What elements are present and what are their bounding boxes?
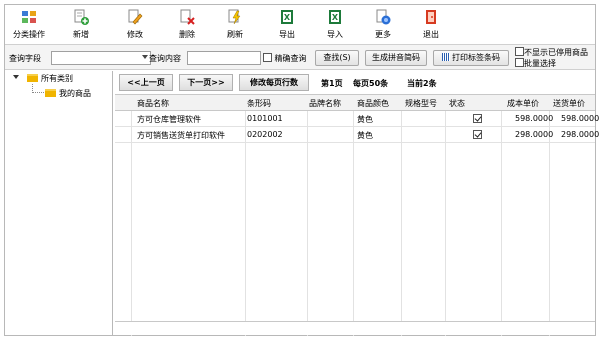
cell-barcode: 0202002: [247, 130, 283, 139]
category-button[interactable]: 分类操作: [9, 7, 49, 41]
folder-icon: [27, 74, 38, 82]
export-button-label: 导出: [279, 30, 295, 39]
svg-text:X: X: [284, 13, 291, 22]
edit-button-label: 修改: [127, 30, 143, 39]
toolbar: 分类操作 新增 修改 删除 刷新 X 导出 X 导入 更多 退出: [5, 5, 595, 43]
generate-pinyin-button[interactable]: 生成拼音简码: [365, 50, 427, 66]
column-header-status[interactable]: 状态: [449, 98, 465, 109]
table-header: 商品名称 条形码 品牌名称 商品颜色 规格型号 状态 成本单价 送货单价: [115, 95, 595, 111]
add-icon: [74, 9, 89, 25]
barcode-icon: [442, 53, 450, 61]
delete-button[interactable]: 删除: [167, 7, 207, 41]
add-button-label: 新增: [73, 30, 89, 39]
prev-page-button[interactable]: <<上一页: [119, 74, 173, 91]
query-content-input[interactable]: [187, 51, 261, 65]
cell-name: 方可销售送货单打印软件: [137, 131, 225, 140]
import-icon: X: [329, 10, 341, 24]
more-button[interactable]: 更多: [363, 7, 403, 41]
more-button-label: 更多: [375, 30, 391, 39]
tree-node-all-label: 所有类别: [41, 74, 73, 83]
query-field-label: 查询字段: [9, 54, 41, 63]
batch-select-checkbox-box[interactable]: [515, 58, 524, 67]
refresh-button-label: 刷新: [227, 30, 243, 39]
svg-text:X: X: [332, 13, 339, 22]
cell-barcode: 0101001: [247, 114, 283, 123]
exact-query-checkbox[interactable]: 精确查询: [263, 53, 307, 64]
exit-button-label: 退出: [423, 30, 439, 39]
query-content-label: 查询内容: [149, 54, 181, 63]
column-header-name[interactable]: 商品名称: [137, 98, 169, 109]
folder-icon: [45, 89, 56, 97]
cell-color: 黄色: [357, 115, 373, 124]
batch-select-checkbox[interactable]: 批量选择: [515, 58, 556, 69]
page-number: 第1页: [321, 79, 343, 88]
query-field-select[interactable]: [51, 51, 151, 65]
add-button[interactable]: 新增: [61, 7, 101, 41]
cell-name: 方可仓库管理软件: [137, 115, 201, 124]
exact-query-label: 精确查询: [274, 54, 307, 63]
delete-button-label: 删除: [179, 30, 195, 39]
more-icon: [376, 9, 391, 25]
chevron-down-icon: [142, 55, 148, 59]
refresh-icon: [228, 9, 241, 25]
batch-select-label: 批量选择: [524, 59, 556, 68]
category-tree: 所有类别 我的商品: [5, 71, 113, 335]
search-button[interactable]: 查找(S): [315, 50, 359, 66]
column-header-barcode[interactable]: 条形码: [247, 98, 271, 109]
export-icon: X: [281, 10, 293, 24]
query-bar: 查询字段 查询内容 精确查询 查找(S) 生成拼音简码 打印标签条码 不显示已停…: [5, 44, 595, 70]
refresh-button[interactable]: 刷新: [215, 7, 255, 41]
category-icon: [22, 11, 36, 23]
cell-cost: 598.0000: [515, 114, 554, 123]
import-button-label: 导入: [327, 30, 343, 39]
table-footer: [115, 321, 595, 335]
cell-price: 598.0000: [561, 114, 600, 123]
export-button[interactable]: X 导出: [267, 7, 307, 41]
table-row[interactable]: 方可仓库管理软件 0101001 黄色 598.0000 598.0000: [115, 111, 599, 127]
pagination-bar: <<上一页 下一页>> 修改每页行数 第1页 每页50条 当前2条: [115, 71, 595, 93]
expand-arrow-icon[interactable]: [13, 75, 19, 79]
exact-query-checkbox-box[interactable]: [263, 53, 272, 62]
main-window: 分类操作 新增 修改 删除 刷新 X 导出 X 导入 更多 退出 查询字段 查询…: [4, 4, 599, 336]
exit-button[interactable]: 退出: [411, 7, 451, 41]
product-table: 商品名称 条形码 品牌名称 商品颜色 规格型号 状态 成本单价 送货单价 方可仓…: [115, 94, 599, 336]
column-header-price[interactable]: 送货单价: [553, 98, 585, 109]
hide-disabled-checkbox-box[interactable]: [515, 47, 524, 56]
status-checkbox[interactable]: [473, 114, 482, 123]
tree-node-my-products-label: 我的商品: [59, 89, 91, 98]
status-checkbox[interactable]: [473, 130, 482, 139]
category-button-label: 分类操作: [13, 30, 45, 39]
cell-cost: 298.0000: [515, 130, 554, 139]
exit-icon: [426, 10, 436, 24]
column-header-spec[interactable]: 规格型号: [405, 98, 437, 109]
tree-node-all-categories[interactable]: 所有类别: [27, 73, 73, 84]
column-header-brand[interactable]: 品牌名称: [309, 98, 341, 109]
per-page-count: 每页50条: [353, 79, 389, 88]
edit-icon: [128, 9, 143, 25]
cell-price: 298.0000: [561, 130, 600, 139]
edit-button[interactable]: 修改: [115, 7, 155, 41]
import-button[interactable]: X 导入: [315, 7, 355, 41]
hide-disabled-checkbox[interactable]: 不显示已停用商品: [515, 47, 588, 58]
total-count: 当前2条: [407, 79, 437, 88]
tree-node-my-products[interactable]: 我的商品: [45, 88, 91, 99]
column-header-cost[interactable]: 成本单价: [507, 98, 539, 109]
tree-connector: [32, 84, 44, 93]
table-row[interactable]: 方可销售送货单打印软件 0202002 黄色 298.0000 298.0000: [115, 127, 599, 143]
delete-icon: [180, 9, 195, 25]
print-label-button[interactable]: 打印标签条码: [433, 50, 509, 66]
next-page-button[interactable]: 下一页>>: [179, 74, 233, 91]
rows-per-page-button[interactable]: 修改每页行数: [239, 74, 309, 91]
cell-color: 黄色: [357, 131, 373, 140]
column-header-color[interactable]: 商品颜色: [357, 98, 389, 109]
print-label-text: 打印标签条码: [452, 53, 500, 62]
hide-disabled-label: 不显示已停用商品: [524, 48, 588, 57]
